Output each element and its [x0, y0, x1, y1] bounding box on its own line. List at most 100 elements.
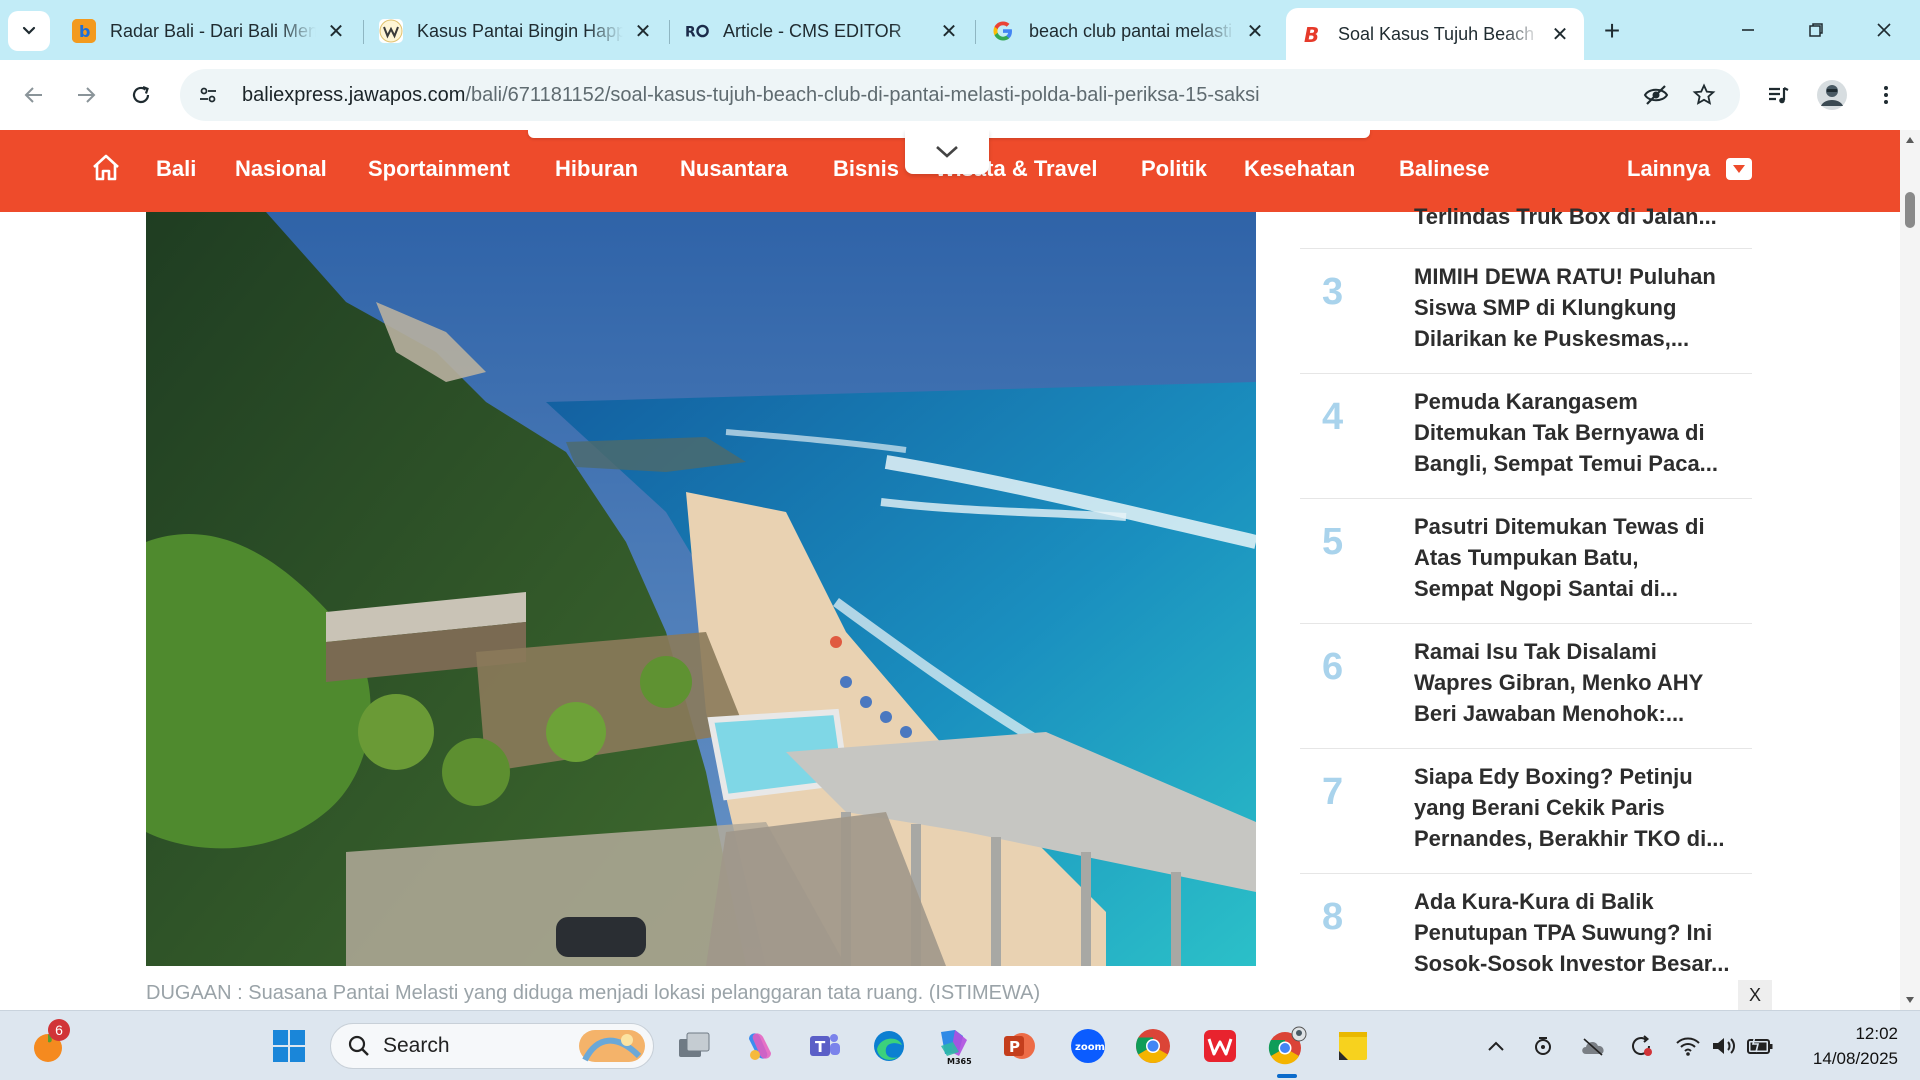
m365-icon[interactable]: M365	[931, 1024, 975, 1068]
trending-rank: 7	[1322, 771, 1344, 813]
trending-item[interactable]: 6 Ramai Isu Tak Disalami Wapres Gibran, M…	[1300, 623, 1752, 748]
media-control-button[interactable]	[1758, 75, 1798, 115]
nav-nusantara[interactable]: Nusantara	[680, 156, 788, 182]
bookmark-star-icon[interactable]	[1684, 75, 1724, 115]
back-button[interactable]	[14, 75, 54, 115]
nav-kesehatan[interactable]: Kesehatan	[1244, 156, 1355, 182]
trending-title[interactable]: Siapa Edy Boxing? Petinju yang Berani Cek…	[1414, 761, 1734, 854]
chevron-up-icon[interactable]	[1481, 1031, 1511, 1061]
article-photo	[146, 212, 1256, 966]
scroll-up-icon[interactable]	[1900, 130, 1920, 150]
forward-button[interactable]	[66, 75, 106, 115]
scroll-down-icon[interactable]	[1900, 990, 1920, 1010]
trending-title[interactable]: MIMIH DEWA RATU! Puluhan Siswa SMP di Klu…	[1414, 261, 1734, 354]
restore-icon	[1809, 23, 1823, 37]
web-page: Bali Nasional Sportainment Hiburan Nusan…	[0, 130, 1900, 1010]
tab-soal-kasus-active[interactable]: B Soal Kasus Tujuh Beach Club ✕	[1286, 8, 1584, 60]
site-info-icon[interactable]	[188, 75, 228, 115]
start-windows-icon[interactable]	[267, 1024, 311, 1068]
teams-icon[interactable]: T	[802, 1024, 846, 1068]
caret-down-icon[interactable]	[1726, 158, 1752, 180]
trending-item[interactable]: 3 MIMIH DEWA RATU! Puluhan Siswa SMP di K…	[1300, 248, 1752, 373]
tab-title: Soal Kasus Tujuh Beach Club	[1338, 23, 1540, 44]
copilot-icon[interactable]	[738, 1024, 782, 1068]
nav-politik[interactable]: Politik	[1141, 156, 1207, 182]
address-bar[interactable]: baliexpress.jawapos.com/bali/671181152/s…	[180, 69, 1740, 121]
powerpoint-icon[interactable]: P	[997, 1024, 1041, 1068]
b-red-icon: B	[1300, 22, 1324, 46]
close-icon[interactable]: ✕	[1550, 22, 1570, 47]
w-yellow-icon	[379, 19, 403, 43]
trending-item-partial[interactable]: Terlindas Truk Box di Jalan...	[1414, 204, 1754, 230]
system-clock[interactable]: 12:02 14/08/2025	[1788, 1021, 1898, 1071]
nav-hiburan[interactable]: Hiburan	[555, 156, 638, 182]
trending-item[interactable]: 4 Pemuda Karangasem Ditemukan Tak Bernyaw…	[1300, 373, 1752, 498]
close-ad-button[interactable]: X	[1738, 980, 1772, 1010]
edge-icon[interactable]	[867, 1024, 911, 1068]
wps-office-icon[interactable]	[1198, 1024, 1242, 1068]
tab-strip: b Radar Bali - Dari Bali Menuju Dunia ✕ …	[0, 0, 1920, 60]
nav-bali[interactable]: Bali	[156, 156, 196, 182]
tab-cms-editor[interactable]: R Article - CMS EDITOR ✕	[671, 11, 973, 51]
volume-icon[interactable]	[1709, 1031, 1739, 1061]
onedrive-cloud-icon[interactable]	[1578, 1031, 1608, 1061]
close-icon[interactable]: ✕	[1245, 19, 1265, 44]
wifi-icon[interactable]	[1673, 1031, 1703, 1061]
trending-title[interactable]: Pasutri Ditemukan Tewas di Atas Tumpukan …	[1414, 511, 1734, 604]
nav-lainnya[interactable]: Lainnya	[1627, 156, 1710, 182]
tab-radar-bali[interactable]: b Radar Bali - Dari Bali Menuju Dunia ✕	[58, 11, 360, 51]
reload-button[interactable]	[121, 75, 161, 115]
url-text: baliexpress.jawapos.com/bali/671181152/s…	[242, 84, 1260, 107]
url-path: /bali/671181152/soal-kasus-tujuh-beach-c…	[465, 83, 1260, 106]
nav-sportainment[interactable]: Sportainment	[368, 156, 510, 182]
trending-item[interactable]: 5 Pasutri Ditemukan Tewas di Atas Tumpuka…	[1300, 498, 1752, 623]
search-highlight-icon	[579, 1030, 645, 1062]
restore-button[interactable]	[1796, 12, 1836, 48]
close-icon[interactable]: ✕	[939, 19, 959, 44]
tab-title: Kasus Pantai Bingin Happy	[417, 20, 623, 41]
tab-kasus-pantai-bingin[interactable]: Kasus Pantai Bingin Happy ✕	[365, 11, 667, 51]
close-window-button[interactable]	[1864, 12, 1904, 48]
battery-charging-icon[interactable]	[1745, 1031, 1775, 1061]
chrome-profile-icon[interactable]	[1265, 1024, 1309, 1068]
scrollbar-thumb[interactable]	[1905, 192, 1915, 228]
nav-balinese[interactable]: Balinese	[1399, 156, 1490, 182]
b-blue-icon: b	[72, 19, 96, 43]
tab-search-menu-button[interactable]	[8, 11, 50, 51]
minimize-button[interactable]	[1728, 12, 1768, 48]
close-icon[interactable]: ✕	[326, 19, 346, 44]
trending-item[interactable]: 7 Siapa Edy Boxing? Petinju yang Berani C…	[1300, 748, 1752, 873]
trending-title[interactable]: Ada Kura-Kura di Balik Penutupan TPA Suwu…	[1414, 886, 1734, 979]
eye-off-icon[interactable]	[1636, 75, 1676, 115]
tab-google-search[interactable]: beach club pantai melasti ✕	[977, 11, 1279, 51]
trending-rank: 6	[1322, 646, 1344, 688]
tab-separator	[669, 20, 670, 44]
profile-avatar-button[interactable]	[1812, 75, 1852, 115]
refresh-icon[interactable]	[1626, 1031, 1656, 1061]
close-icon[interactable]: ✕	[633, 19, 653, 44]
trending-title[interactable]: Ramai Isu Tak Disalami Wapres Gibran, Men…	[1414, 636, 1734, 729]
zoom-icon[interactable]: zoom	[1066, 1024, 1110, 1068]
nav-bisnis[interactable]: Bisnis	[833, 156, 899, 182]
trending-item[interactable]: 8 Ada Kura-Kura di Balik Penutupan TPA Su…	[1300, 873, 1752, 998]
m365-label: M365	[947, 1057, 972, 1066]
sync-status-icon[interactable]	[1528, 1031, 1558, 1061]
trending-rank: 3	[1322, 271, 1344, 313]
chrome-icon[interactable]	[1131, 1024, 1175, 1068]
taskbar-search-input[interactable]: Search	[330, 1023, 654, 1069]
search-icon	[348, 1035, 369, 1056]
browser-menu-button[interactable]	[1866, 75, 1906, 115]
nav-nasional[interactable]: Nasional	[235, 156, 327, 182]
close-icon	[1877, 23, 1891, 37]
expand-nav-button[interactable]	[905, 130, 989, 174]
forward-arrow-icon	[78, 87, 96, 103]
sticky-notes-icon[interactable]	[1331, 1024, 1375, 1068]
ro-logo-icon: R	[685, 19, 709, 43]
active-app-indicator	[1277, 1074, 1297, 1078]
task-view-icon[interactable]	[672, 1024, 716, 1068]
new-tab-button[interactable]: +	[1595, 14, 1629, 48]
trending-title[interactable]: Pemuda Karangasem Ditemukan Tak Bernyawa …	[1414, 386, 1734, 479]
home-icon[interactable]	[90, 152, 122, 184]
site-navigation: Bali Nasional Sportainment Hiburan Nusan…	[0, 130, 1900, 212]
page-scrollbar[interactable]	[1900, 130, 1920, 1010]
